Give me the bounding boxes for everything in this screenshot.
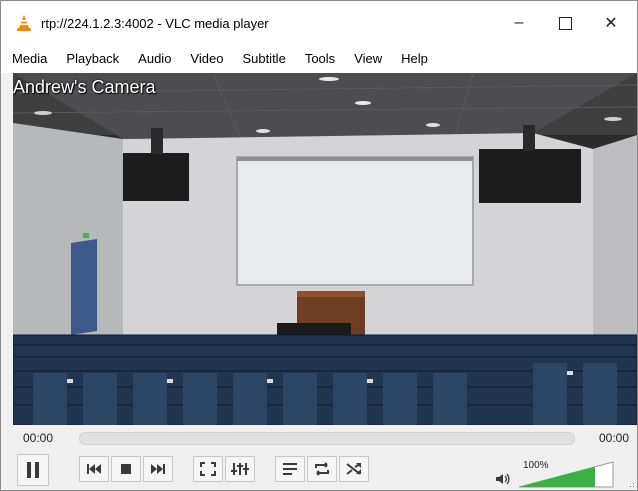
resize-grip-icon[interactable] <box>627 480 635 488</box>
vlc-window: rtp://224.1.2.3:4002 - VLC media player … <box>0 0 638 491</box>
window-title: rtp://224.1.2.3:4002 - VLC media player <box>41 16 269 31</box>
playlist-icon <box>283 463 297 475</box>
loop-button[interactable] <box>307 456 337 482</box>
title-bar[interactable]: rtp://224.1.2.3:4002 - VLC media player … <box>1 1 637 45</box>
random-button[interactable] <box>339 456 369 482</box>
menu-subtitle[interactable]: Subtitle <box>231 45 293 73</box>
minimize-button[interactable]: – <box>496 1 542 45</box>
menu-tools[interactable]: Tools <box>294 45 343 73</box>
fullscreen-icon <box>200 462 216 476</box>
menu-playback[interactable]: Playback <box>55 45 127 73</box>
menu-video[interactable]: Video <box>179 45 231 73</box>
random-icon <box>346 463 361 475</box>
close-icon: ✕ <box>604 15 618 32</box>
next-button[interactable] <box>143 456 173 482</box>
next-icon <box>151 464 165 474</box>
menu-help[interactable]: Help <box>390 45 436 73</box>
elapsed-time: 00:00 <box>23 431 54 445</box>
previous-icon <box>87 464 101 474</box>
minimize-icon: – <box>514 14 524 31</box>
loop-icon <box>315 462 329 476</box>
maximize-icon <box>558 16 572 30</box>
extended-settings-icon <box>231 463 249 475</box>
stop-icon <box>121 464 131 474</box>
volume-slider[interactable] <box>519 460 615 488</box>
pause-button[interactable] <box>17 454 49 486</box>
close-button[interactable]: ✕ <box>588 1 634 45</box>
maximize-button[interactable] <box>542 1 588 45</box>
playlist-button[interactable] <box>275 456 305 482</box>
video-overlay-title: Andrew's Camera <box>13 77 156 97</box>
menu-audio[interactable]: Audio <box>127 45 179 73</box>
vlc-cone-icon <box>17 15 31 31</box>
menu-bar: Media Playback Audio Video Subtitle Tool… <box>1 45 637 73</box>
seek-bar[interactable] <box>79 432 575 445</box>
extended-settings-button[interactable] <box>225 456 255 482</box>
seek-row: 00:00 00:00 <box>1 425 637 451</box>
stop-button[interactable] <box>111 456 141 482</box>
speaker-icon[interactable] <box>495 473 511 485</box>
menu-media[interactable]: Media <box>1 45 55 73</box>
pause-icon <box>27 462 39 478</box>
video-frame <box>13 73 637 425</box>
video-area[interactable]: Andrew's Camera <box>13 73 637 425</box>
total-time[interactable]: 00:00 <box>599 431 629 445</box>
previous-button[interactable] <box>79 456 109 482</box>
controls-bar: 100% <box>1 451 637 490</box>
menu-view[interactable]: View <box>343 45 390 73</box>
fullscreen-button[interactable] <box>193 456 223 482</box>
